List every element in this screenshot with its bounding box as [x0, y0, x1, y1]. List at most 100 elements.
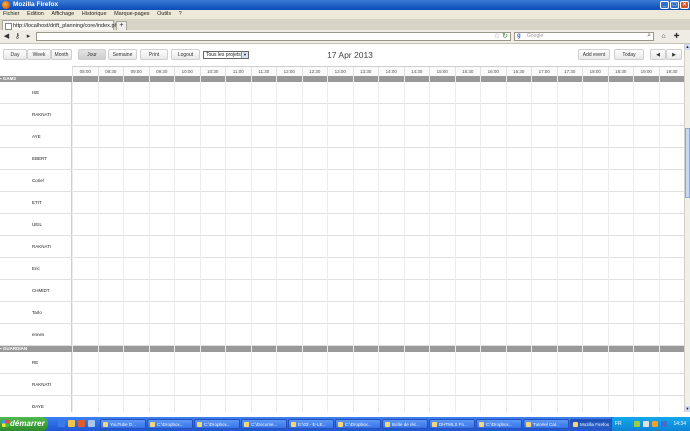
menu-help[interactable]: ?: [179, 11, 182, 17]
tab-planning[interactable]: http://localhost/drift_planning/core/ind…: [2, 20, 121, 30]
day-view-button[interactable]: Day: [3, 49, 27, 60]
resource-name: Coriel: [32, 177, 44, 183]
resource-name: RE: [32, 359, 39, 365]
time-slot-label: 08:30: [97, 67, 124, 76]
grid-column-line: [276, 76, 277, 412]
task-label: E:\03 - E-LE...: [298, 422, 327, 427]
search-icon[interactable]: ⌕: [647, 32, 651, 39]
today-button[interactable]: Today: [614, 49, 644, 60]
taskbar-task-button[interactable]: C:\Dropbox...: [147, 419, 193, 429]
month-view-button[interactable]: Month: [51, 49, 72, 60]
menu-history[interactable]: Historique: [82, 11, 107, 17]
scroll-up-icon[interactable]: ▲: [685, 44, 690, 50]
firefox-icon: [2, 1, 10, 9]
task-label: DHTMLX Fo...: [439, 422, 468, 427]
firefox-quick-icon[interactable]: [78, 420, 85, 427]
project-filter-select[interactable]: Tous les projets ▼: [203, 51, 249, 59]
menu-file[interactable]: Fichier: [3, 11, 20, 17]
minimize-button[interactable]: _: [660, 1, 669, 9]
tray-network-icon[interactable]: [643, 421, 649, 427]
semaine-view-button[interactable]: Semaine: [108, 49, 137, 60]
taskbar-task-button[interactable]: YouTube D...: [100, 419, 146, 429]
time-slot-label: 13:00: [327, 67, 353, 76]
scheduler-toolbar: Day Week Month Jour Semaine Print Logout…: [0, 44, 684, 66]
time-slot-label: 19:30: [658, 67, 685, 76]
window-title: Mozilla Firefox: [13, 1, 59, 8]
timeline-grid: ▪ GAM3 ISE RAKNATI AYE EBERT Coriel ETIT UEIL RA…: [0, 76, 684, 412]
maximize-button[interactable]: □: [670, 1, 679, 9]
grid-column-line: [199, 76, 201, 412]
menu-tools[interactable]: Outils: [157, 11, 171, 17]
taskbar-task-button[interactable]: Boîte de réc...: [382, 419, 428, 429]
search-input[interactable]: g Google ⌕: [514, 32, 654, 41]
close-button[interactable]: ×: [680, 1, 689, 9]
time-slot-label: 19:00: [633, 67, 659, 76]
week-view-button[interactable]: Week: [27, 49, 51, 60]
resource-name-cell: RAKNATI: [0, 236, 72, 257]
task-app-icon: [385, 422, 390, 427]
taskbar-task-button[interactable]: C:\Dropbox...: [335, 419, 381, 429]
time-slot-label: 13:30: [352, 67, 379, 76]
time-slot-label: 17:00: [531, 67, 557, 76]
grid-column-line: [556, 76, 558, 412]
menu-edit[interactable]: Edition: [27, 11, 44, 17]
addon-icon[interactable]: ✚: [672, 32, 681, 41]
taskbar-task-button[interactable]: Tutoriel Cal...: [523, 419, 569, 429]
page-scrollbar[interactable]: ▲ ▼: [684, 44, 690, 412]
language-indicator[interactable]: FR: [615, 417, 622, 431]
resource-name: Eric: [32, 265, 40, 271]
logout-button[interactable]: Logout: [171, 49, 200, 60]
jour-view-button[interactable]: Jour: [78, 49, 106, 60]
start-label: démarrer: [10, 419, 45, 428]
grid-column-line: [403, 76, 405, 412]
back-icon[interactable]: ◀: [2, 32, 11, 41]
time-slot-label: 12:30: [301, 67, 328, 76]
tray-app-icon[interactable]: [634, 421, 640, 427]
task-app-icon: [479, 422, 484, 427]
task-label: C:\Dropbox...: [345, 422, 372, 427]
grid-column-line: [352, 76, 354, 412]
next-date-button[interactable]: ▶: [666, 49, 682, 60]
resource-name-cell: ISE: [0, 82, 72, 103]
taskbar-task-button[interactable]: C:\Dropbox...: [194, 419, 240, 429]
task-label: YouTube D...: [110, 422, 136, 427]
desktop-icon[interactable]: [88, 420, 95, 427]
scroll-thumb[interactable]: [685, 128, 690, 198]
add-event-button[interactable]: Add event: [578, 49, 610, 60]
taskbar-task-button[interactable]: C:\Docume...: [241, 419, 287, 429]
resource-name-cell: EBERT: [0, 148, 72, 169]
resource-name: RAKNATI: [32, 381, 52, 387]
resource-name: ennes: [32, 331, 45, 337]
resource-name-cell: AYE: [0, 126, 72, 147]
menu-view[interactable]: Affichage: [51, 11, 74, 17]
resource-name: RAKNATI: [32, 111, 52, 117]
task-label: Mozilla Firefox: [580, 422, 610, 427]
reload-icon[interactable]: ↻: [502, 32, 508, 40]
menu-bookmarks[interactable]: Marque-pages: [114, 11, 149, 17]
folder-icon[interactable]: [68, 420, 75, 427]
print-button[interactable]: Print: [140, 49, 168, 60]
time-slot-label: 15:00: [429, 67, 455, 76]
taskbar-task-button[interactable]: Mozilla Firefox: [570, 419, 616, 429]
time-slot-label: 11:00: [225, 67, 251, 76]
bookmark-star-icon[interactable]: ☆: [494, 32, 500, 40]
scroll-down-icon[interactable]: ▼: [685, 406, 690, 412]
prev-date-button[interactable]: ◀: [650, 49, 666, 60]
forward-icon[interactable]: ▸: [24, 32, 33, 41]
grid-column-line: [301, 76, 303, 412]
resource-name: RAKNATI: [32, 243, 52, 249]
resource-name-cell: RE: [0, 352, 72, 373]
taskbar-task-button[interactable]: C:\Dropbox...: [476, 419, 522, 429]
taskbar-task-button[interactable]: DHTMLX Fo...: [429, 419, 475, 429]
ie-icon[interactable]: [58, 420, 65, 427]
window-titlebar: Mozilla Firefox _ □ ×: [0, 0, 690, 10]
taskbar-task-button[interactable]: E:\03 - E-LE...: [288, 419, 334, 429]
resource-name-cell: Tarlo: [0, 302, 72, 323]
tray-volume-icon[interactable]: [661, 421, 667, 427]
url-bar[interactable]: ☆ ↻: [36, 32, 511, 41]
key-icon[interactable]: ⚷: [13, 32, 22, 41]
time-slot-label: 18:00: [582, 67, 608, 76]
start-button[interactable]: démarrer: [0, 417, 48, 431]
tray-update-icon[interactable]: [652, 421, 658, 427]
home-icon[interactable]: ⌂: [659, 32, 668, 41]
